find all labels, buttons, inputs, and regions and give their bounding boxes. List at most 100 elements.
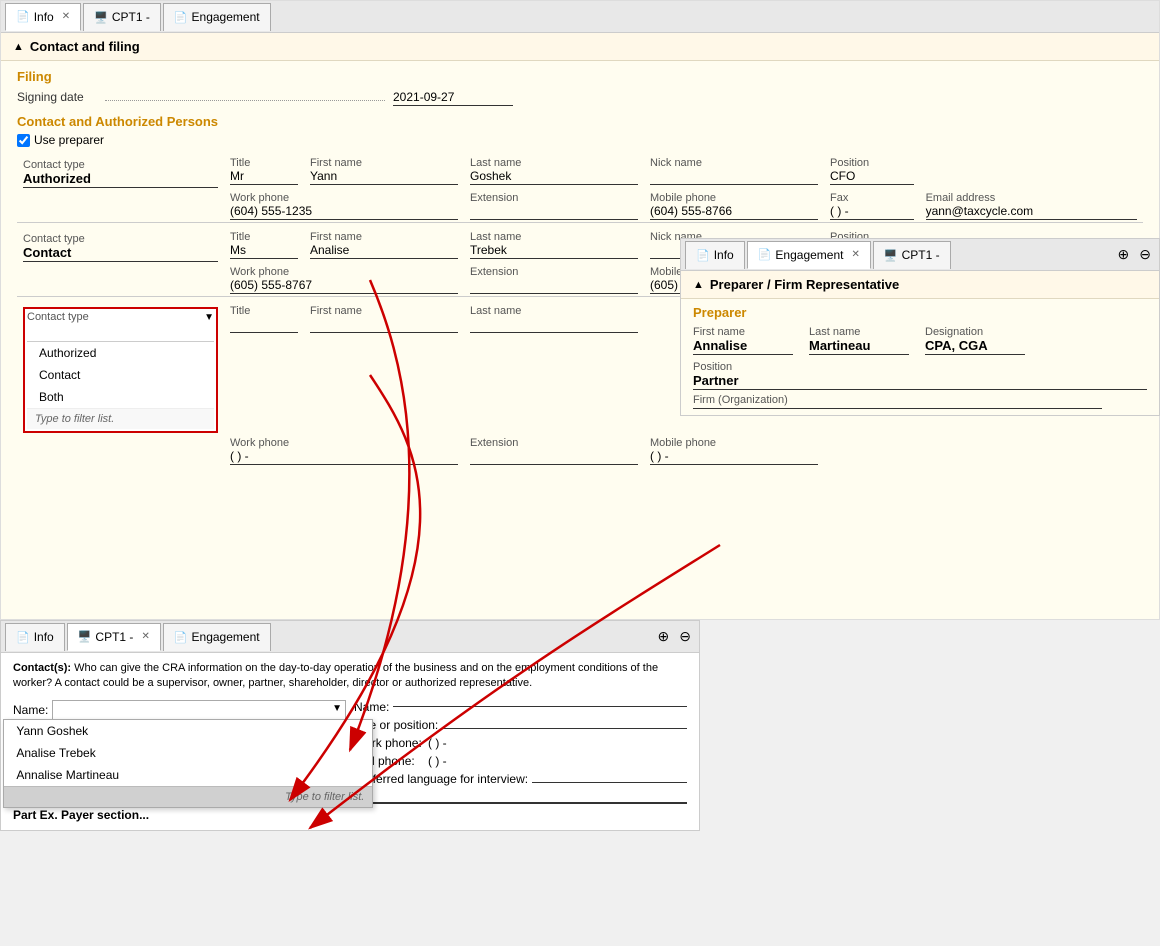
nickname-value-1[interactable] — [650, 169, 818, 185]
preparer-firstname-value[interactable]: Annalise — [693, 338, 793, 355]
lastname-label-3: Last name — [470, 305, 638, 317]
fax-value-1[interactable]: ( ) - — [830, 204, 914, 220]
left-contact: Name: ▼ Yann Goshek Analise Trebek Annal… — [13, 700, 346, 796]
engagement-tab-icon: 📄 — [174, 11, 188, 24]
workphone-value-1[interactable]: (604) 555-1235 — [230, 204, 458, 220]
dropdown-item-both[interactable]: Both — [27, 386, 214, 408]
tab-engagement[interactable]: 📄 Engagement — [163, 3, 271, 31]
name-item-analise[interactable]: Analise Trebek — [4, 742, 372, 764]
position-label-1: Position — [830, 157, 914, 169]
lastname-label-2: Last name — [470, 231, 638, 243]
extension-label-2: Extension — [470, 266, 638, 278]
contact-type-label-1: Contact type — [23, 159, 218, 171]
mobilephone-value-3[interactable]: ( ) - — [650, 449, 818, 465]
tab-cpt1[interactable]: 🖥️ CPT1 - — [83, 3, 161, 31]
right-preferred-lang-field[interactable] — [532, 782, 687, 783]
right-workphone-value[interactable]: ( ) - — [428, 736, 498, 750]
title-label-1: Title — [230, 157, 298, 169]
workphone-value-2[interactable]: (605) 555-8767 — [230, 278, 458, 294]
preparer-lastname-value[interactable]: Martineau — [809, 338, 909, 355]
table-row: Work phone ( ) - Extension Mobile phone … — [17, 435, 1143, 467]
contact-type-dropdown-trigger[interactable]: Contact type ▼ Authorized Contact Both T… — [23, 307, 218, 433]
contact-type-label-2: Contact type — [23, 233, 218, 245]
nav-right-arrow[interactable]: ⊖ — [1135, 246, 1155, 263]
use-preparer-checkbox[interactable] — [17, 134, 30, 147]
info-tab-close[interactable]: ✕ — [62, 11, 70, 22]
preparer-designation-value[interactable]: CPA, CGA — [925, 338, 1025, 355]
middle-engagement-label: Engagement — [775, 248, 843, 262]
firstname-value-1[interactable]: Yann — [310, 169, 458, 185]
preparer-lastname-label: Last name — [809, 326, 909, 338]
firm-label: Firm (Organization) — [693, 394, 1147, 406]
title-value-3[interactable] — [230, 317, 298, 333]
dropdown-item-authorized[interactable]: Authorized — [27, 342, 214, 364]
bottom-nav-left[interactable]: ⊕ — [654, 628, 674, 645]
title-value-1[interactable]: Mr — [230, 169, 298, 185]
middle-tab-engagement[interactable]: 📄 Engagement ✕ — [747, 241, 871, 269]
signing-date-label: Signing date — [17, 90, 97, 104]
position-value-1[interactable]: CFO — [830, 169, 914, 185]
nav-left-arrow[interactable]: ⊕ — [1114, 246, 1134, 263]
signing-date-value[interactable]: 2021-09-27 — [393, 90, 513, 106]
firstname-value-3[interactable] — [310, 317, 458, 333]
name-item-annalise[interactable]: Annalise Martineau — [4, 764, 372, 786]
firstname-label-3: First name — [310, 305, 458, 317]
lastname-value-3[interactable] — [470, 317, 638, 333]
bottom-cpt1-close[interactable]: ✕ — [141, 631, 149, 642]
firstname-value-2[interactable]: Analise — [310, 243, 458, 259]
right-cellphone-value[interactable]: ( ) - — [428, 754, 498, 768]
workphone-value-3[interactable]: ( ) - — [230, 449, 458, 465]
filing-label: Filing — [17, 69, 1143, 84]
bottom-tab-engagement[interactable]: 📄 Engagement — [163, 623, 271, 651]
table-row: Contact type Authorized Title Mr First n… — [17, 155, 1143, 190]
right-name-field[interactable] — [393, 706, 687, 707]
middle-cpt1-icon: 🖥️ — [884, 249, 898, 262]
extension-value-2[interactable] — [470, 278, 638, 294]
bottom-content: Contact(s): Who can give the CRA informa… — [1, 653, 699, 830]
preparer-designation-label: Designation — [925, 326, 1025, 338]
bottom-tab-cpt1[interactable]: 🖥️ CPT1 - ✕ — [67, 623, 161, 651]
firm-field-line[interactable] — [693, 408, 1102, 409]
lastname-value-1[interactable]: Goshek — [470, 169, 638, 185]
contact-type-value-1[interactable]: Authorized — [23, 171, 218, 188]
bottom-info-label: Info — [34, 630, 54, 644]
extension-value-3[interactable] — [470, 449, 638, 465]
left-name-input[interactable]: ▼ Yann Goshek Analise Trebek Annalise Ma… — [52, 700, 346, 720]
bottom-cpt1-icon: 🖥️ — [78, 630, 92, 643]
cpt1-tab-label: CPT1 - — [112, 10, 150, 24]
middle-tab-info[interactable]: 📄 Info — [685, 241, 745, 269]
use-preparer-label: Use preparer — [34, 133, 104, 147]
bottom-tab-info[interactable]: 📄 Info — [5, 623, 65, 651]
right-name-label: Name: — [354, 700, 389, 714]
part-ex-label: Part Ex. Payer section... — [13, 808, 149, 822]
preparer-chevron-icon: ▲ — [693, 279, 704, 291]
name-dropdown-filter: Type to filter list. — [4, 786, 372, 807]
name-dropdown-arrow-icon: ▼ — [332, 703, 342, 714]
middle-engagement-close[interactable]: ✕ — [851, 249, 859, 260]
preparer-label: Preparer — [693, 305, 1147, 320]
email-value-1[interactable]: yann@taxcycle.com — [926, 204, 1137, 220]
mobilephone-value-1[interactable]: (604) 555-8766 — [650, 204, 818, 220]
right-contact: Name: Title or position: Work phone: ( )… — [354, 700, 687, 796]
title-value-2[interactable]: Ms — [230, 243, 298, 259]
tab-info[interactable]: 📄 Info ✕ — [5, 3, 81, 31]
contact-filing-title: Contact and filing — [30, 39, 140, 54]
bottom-nav-right[interactable]: ⊖ — [675, 628, 695, 645]
chevron-icon: ▲ — [13, 41, 24, 53]
firstname-label-2: First name — [310, 231, 458, 243]
contact-type-value-2[interactable]: Contact — [23, 245, 218, 262]
workphone-label-2: Work phone — [230, 266, 458, 278]
middle-tab-cpt1[interactable]: 🖥️ CPT1 - — [873, 241, 951, 269]
name-item-yann[interactable]: Yann Goshek — [4, 720, 372, 742]
left-name-label: Name: — [13, 703, 48, 717]
preparer-section: Preparer First name Annalise Last name M… — [681, 299, 1159, 415]
right-title-field[interactable] — [442, 728, 687, 729]
bottom-engagement-label: Engagement — [192, 630, 260, 644]
dropdown-item-contact[interactable]: Contact — [27, 364, 214, 386]
preparer-position-value[interactable]: Partner — [693, 373, 1147, 390]
lastname-value-2[interactable]: Trebek — [470, 243, 638, 259]
extension-value-1[interactable] — [470, 204, 638, 220]
middle-engagement-icon: 📄 — [758, 248, 772, 261]
contacts-description: Contact(s): Who can give the CRA informa… — [13, 661, 687, 692]
contact-type-value-3[interactable] — [27, 323, 214, 339]
